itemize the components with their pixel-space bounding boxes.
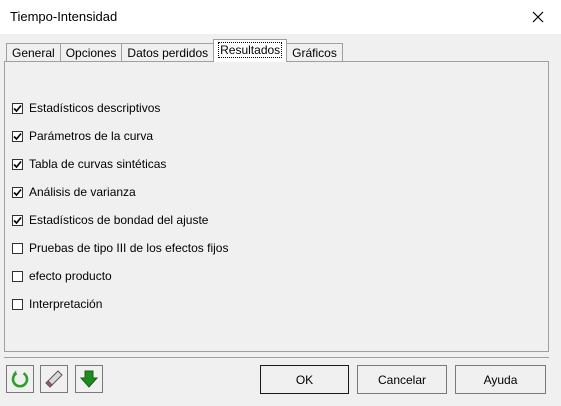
checkmark-icon <box>13 160 22 168</box>
checkbox[interactable] <box>12 186 23 198</box>
tab-datos-perdidos[interactable]: Datos perdidos <box>121 43 215 62</box>
option-label: Estadísticos descriptivos <box>29 101 161 115</box>
tab-general[interactable]: General <box>6 43 61 62</box>
option-label: Análisis de varianza <box>29 185 136 199</box>
tab-opciones[interactable]: Opciones <box>59 43 123 62</box>
cancel-button[interactable]: Cancelar <box>357 365 447 394</box>
tab-label: General <box>12 46 55 60</box>
option-pruebas-tipo-iii[interactable]: Pruebas de tipo III de los efectos fijos <box>12 240 228 256</box>
checkmark-icon <box>13 104 22 112</box>
tab-graficos[interactable]: Gráficos <box>286 43 343 62</box>
checkbox[interactable] <box>12 270 23 282</box>
clear-button[interactable] <box>40 365 68 393</box>
checkbox[interactable] <box>12 298 23 310</box>
refresh-icon <box>11 370 29 388</box>
checkmark-icon <box>13 216 22 224</box>
option-estadisticos-descriptivos[interactable]: Estadísticos descriptivos <box>12 100 160 116</box>
option-analisis-varianza[interactable]: Análisis de varianza <box>12 184 136 200</box>
help-label: Ayuda <box>483 372 518 387</box>
title-bar: Tiempo-Intensidad <box>0 0 561 34</box>
tab-label: Datos perdidos <box>127 46 209 60</box>
option-label: Tabla de curvas sintéticas <box>29 157 167 171</box>
tab-label: Resultados <box>218 42 283 58</box>
close-button[interactable] <box>520 2 556 32</box>
dialog-body: General Opciones Datos perdidos Resultad… <box>0 34 561 406</box>
option-label: Estadísticos de bondad del ajuste <box>29 213 209 227</box>
cancel-label: Cancelar <box>377 372 427 387</box>
divider <box>4 357 549 358</box>
tab-label: Gráficos <box>292 46 337 60</box>
checkmark-icon <box>13 188 22 196</box>
eraser-icon <box>45 370 63 388</box>
option-label: efecto producto <box>29 269 112 283</box>
option-parametros-curva[interactable]: Parámetros de la curva <box>12 128 153 144</box>
reset-button[interactable] <box>6 365 34 393</box>
checkbox[interactable] <box>12 242 23 254</box>
close-icon <box>532 11 544 23</box>
tab-resultados[interactable]: Resultados <box>213 39 288 62</box>
results-panel: Estadísticos descriptivos Parámetros de … <box>4 61 549 352</box>
checkmark-icon <box>13 132 22 140</box>
option-label: Pruebas de tipo III de los efectos fijos <box>29 241 229 255</box>
option-interpretacion[interactable]: Interpretación <box>12 296 102 312</box>
down-arrow-icon <box>79 370 99 388</box>
window-title: Tiempo-Intensidad <box>10 9 118 24</box>
option-tabla-curvas[interactable]: Tabla de curvas sintéticas <box>12 156 166 172</box>
checkbox[interactable] <box>12 158 23 170</box>
ok-label: OK <box>295 372 314 387</box>
option-label: Interpretación <box>29 297 103 311</box>
option-label: Parámetros de la curva <box>29 129 154 143</box>
checkbox[interactable] <box>12 102 23 114</box>
ok-button[interactable]: OK <box>260 365 349 394</box>
option-bondad-ajuste[interactable]: Estadísticos de bondad del ajuste <box>12 212 208 228</box>
checkbox[interactable] <box>12 130 23 142</box>
tab-strip: General Opciones Datos perdidos Resultad… <box>6 38 343 62</box>
move-down-button[interactable] <box>75 365 103 393</box>
option-efecto-producto[interactable]: efecto producto <box>12 268 112 284</box>
help-button[interactable]: Ayuda <box>455 365 546 394</box>
tab-label: Opciones <box>65 46 117 60</box>
checkbox[interactable] <box>12 214 23 226</box>
